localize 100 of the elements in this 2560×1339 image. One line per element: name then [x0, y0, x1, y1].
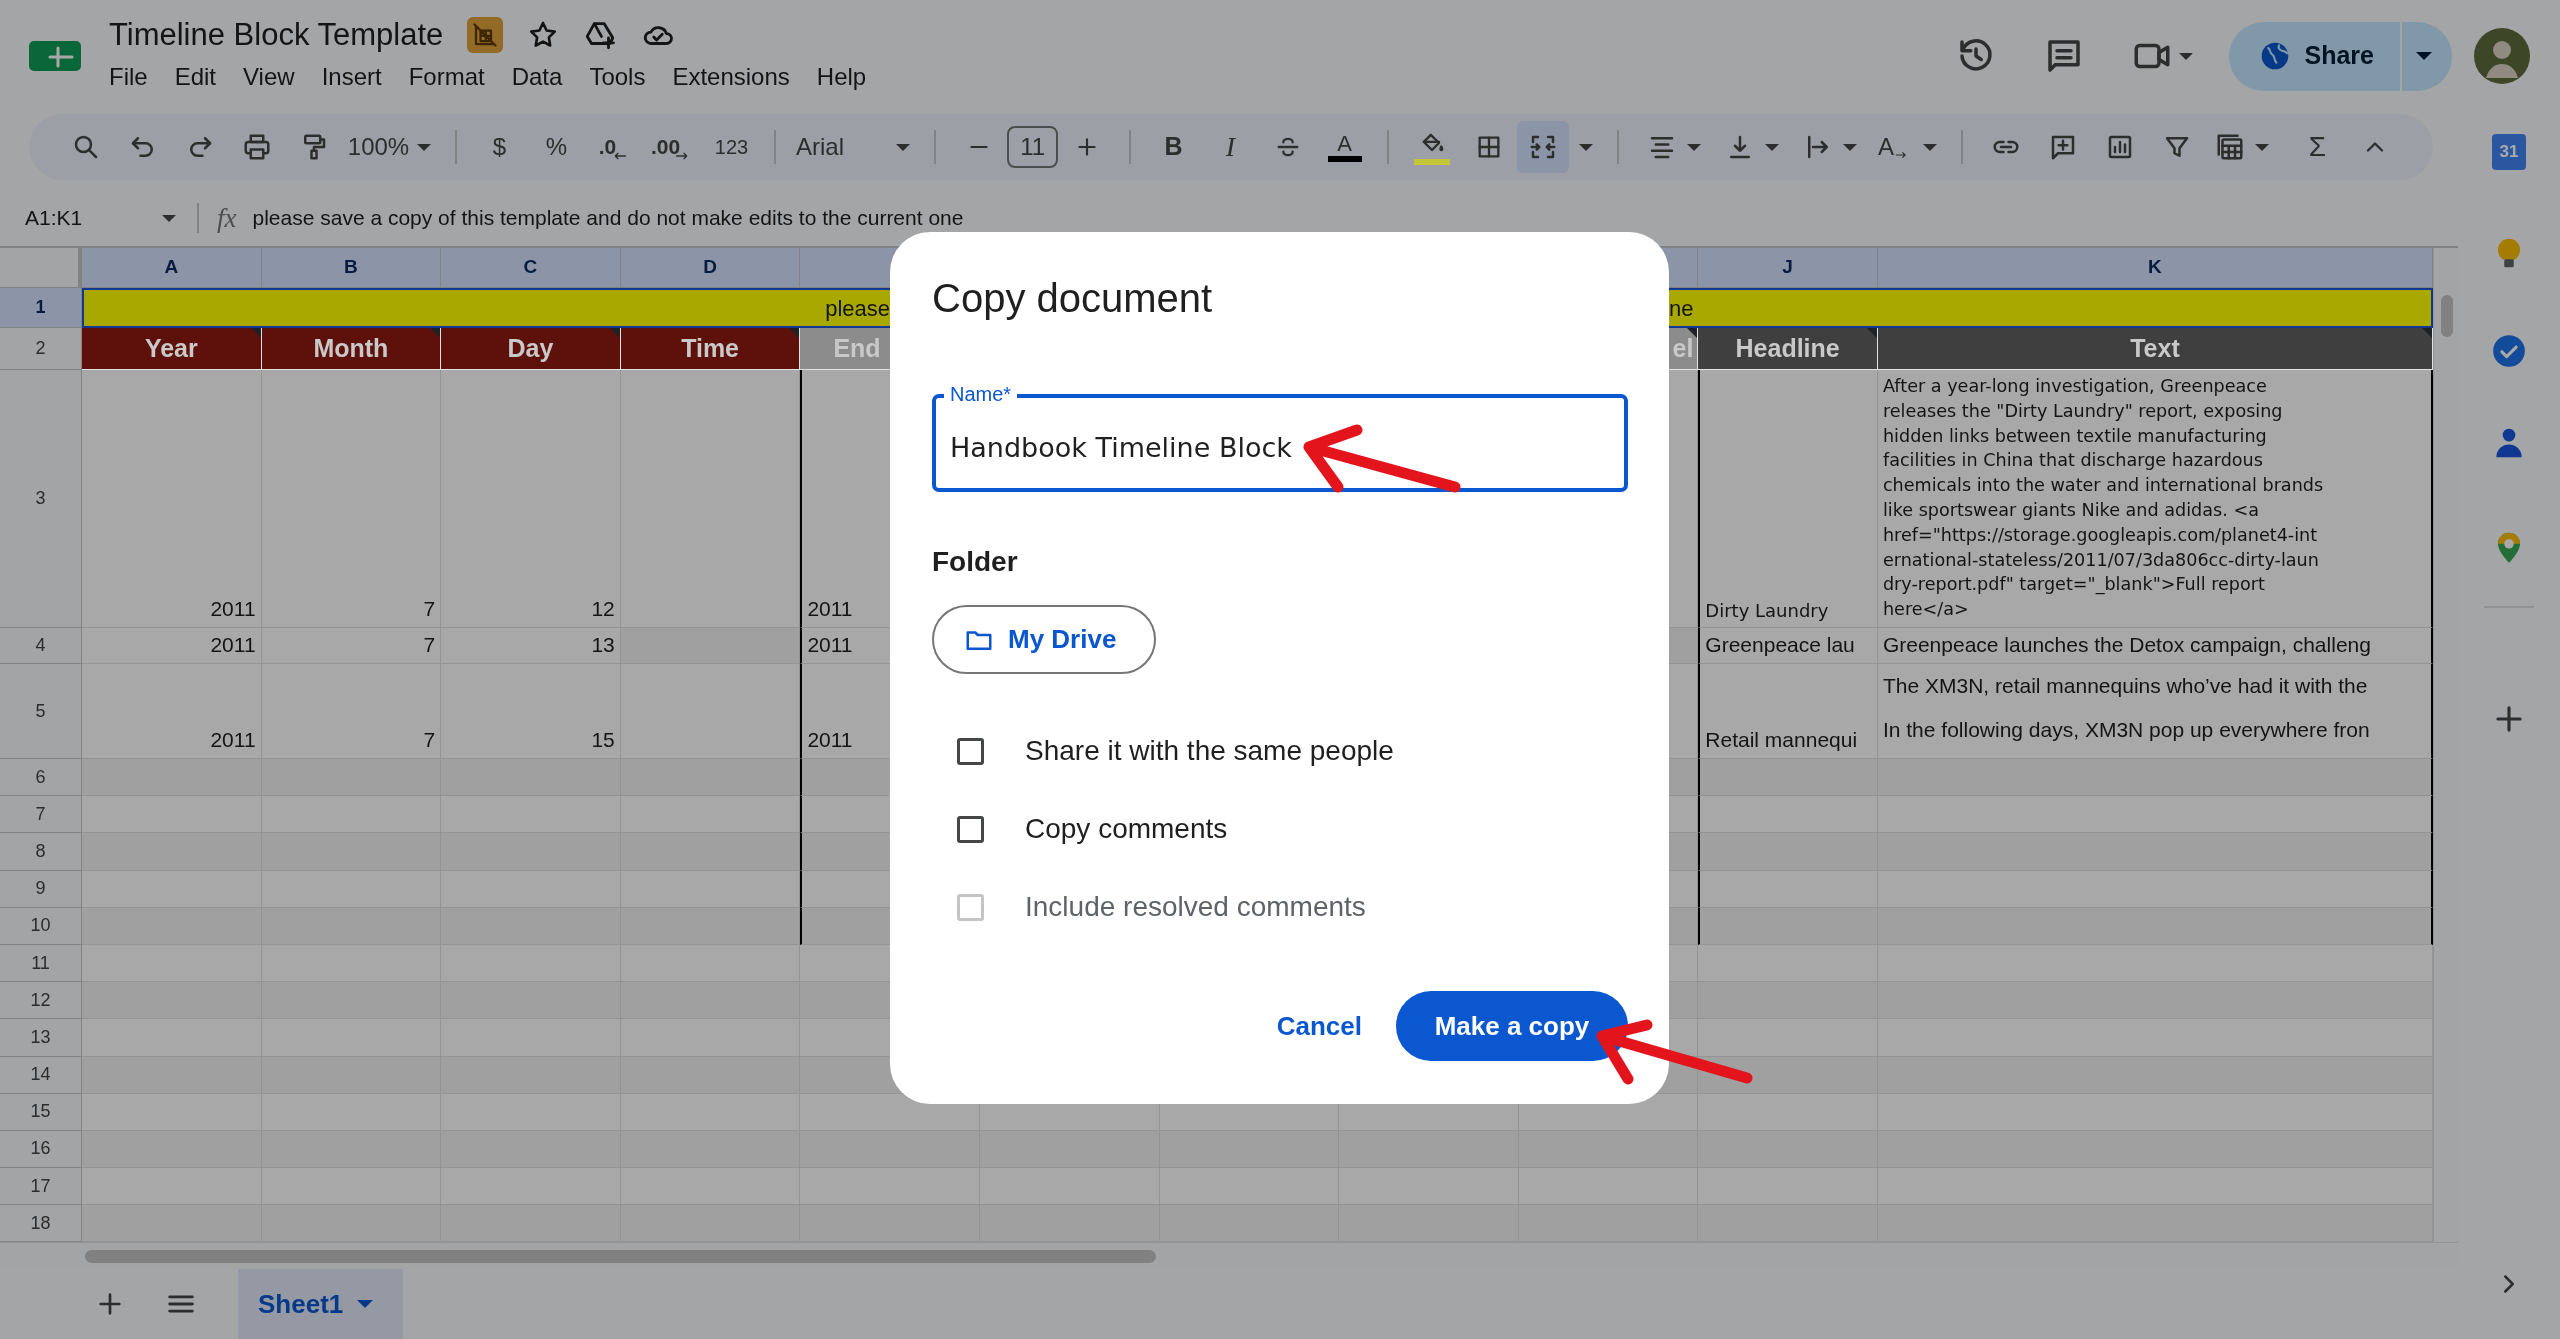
row-header[interactable]: 6	[0, 759, 82, 797]
menu-item[interactable]: Tools	[589, 59, 646, 95]
share-menu-button[interactable]	[2402, 21, 2452, 91]
header-cell: Month	[261, 328, 442, 370]
row-header[interactable]: 12	[0, 982, 82, 1020]
table-cell: 15	[441, 664, 621, 759]
folder-button[interactable]: My Drive	[932, 605, 1156, 674]
document-title[interactable]: Timeline Block Template	[109, 17, 444, 53]
formula-text[interactable]: please save a copy of this template and do not make edits to the current one	[252, 202, 964, 234]
menu-item[interactable]: Extensions	[672, 59, 790, 95]
caret-icon[interactable]	[1843, 143, 1857, 151]
caret-icon[interactable]	[896, 143, 911, 151]
scrollbar-thumb[interactable]	[85, 1250, 1156, 1264]
row-header[interactable]: 7	[0, 796, 82, 834]
checkbox-label[interactable]: Copy comments	[1025, 808, 1228, 850]
avatar-icon[interactable]	[2474, 28, 2530, 84]
currency-button[interactable]: $	[471, 125, 528, 169]
table-cell: 13	[441, 628, 621, 664]
sheet-tab[interactable]: Sheet1	[238, 1269, 404, 1339]
table-cell: Greenpeace lau	[1698, 628, 1878, 664]
name-box[interactable]: A1:K1	[25, 202, 145, 234]
functions-button[interactable]: Σ	[2289, 125, 2346, 169]
calendar-icon[interactable]: 31	[2492, 134, 2526, 170]
caret-icon[interactable]	[1579, 143, 1593, 151]
table-cell: After a year-long investigation, Greenpeace releases the "Dirty Laundry" report, exposing hidden links between textile manufacturing facilities in China that discharge hazardous chemicals into the water and international brands like sportswear giants Nike and adidas. <a href="https://storage.googleapis.com/planet4-int ernational-stateless/2011/07/3da806cc-dirty-laun dry-report.pdf" target="_blank">Full report here</a>	[1877, 370, 2433, 628]
caret-icon[interactable]	[2255, 143, 2269, 151]
font-dropdown[interactable]: Arial	[790, 125, 887, 169]
merge-button[interactable]	[1517, 121, 1569, 173]
row-header[interactable]: 14	[0, 1056, 82, 1094]
table-cell: 2011	[82, 628, 262, 664]
menu-item[interactable]: Insert	[321, 59, 382, 95]
menu-item[interactable]: Edit	[174, 59, 217, 95]
row-header[interactable]: 1	[0, 288, 82, 328]
scrollbar-thumb[interactable]	[2440, 295, 2453, 337]
print-icon[interactable]	[241, 132, 272, 162]
checkbox[interactable]	[957, 737, 984, 765]
check-circle-icon[interactable]	[2490, 332, 2528, 370]
header-cell: Text	[1877, 328, 2433, 370]
bold-button[interactable]: B	[1145, 125, 1202, 169]
menu-item[interactable]: File	[109, 59, 148, 95]
table-cell: 7	[261, 628, 442, 664]
column-header[interactable]: B	[261, 248, 442, 288]
text-color-button[interactable]: A	[1316, 125, 1373, 169]
menu-item[interactable]: View	[243, 59, 295, 95]
spreadsheet-logo-icon[interactable]	[28, 40, 82, 72]
row-header[interactable]: 8	[0, 833, 82, 871]
percent-button[interactable]: %	[528, 125, 585, 169]
table-cell: Retail mannequi	[1698, 664, 1878, 759]
table-cell: 2011	[82, 664, 262, 759]
column-header[interactable]: J	[1698, 248, 1878, 288]
font-size-field[interactable]: 11	[1007, 126, 1058, 168]
header-cell: Headline	[1698, 328, 1878, 370]
column-header[interactable]: C	[441, 248, 621, 288]
caret-icon	[357, 1300, 374, 1308]
make-copy-button[interactable]: Make a copy	[1396, 991, 1628, 1061]
cancel-button[interactable]: Cancel	[1276, 1006, 1362, 1046]
checkbox[interactable]	[957, 815, 984, 843]
number-format-button[interactable]: 123	[703, 125, 760, 169]
table-cell: Greenpeace launches the Detox campaign, challeng	[1877, 628, 2433, 664]
header-cell: Day	[441, 328, 621, 370]
row-header[interactable]: 16	[0, 1130, 82, 1169]
cell-text: ne	[1669, 294, 1694, 323]
zoom-dropdown[interactable]: 100%	[350, 125, 407, 169]
menu-item[interactable]: Data	[511, 59, 563, 95]
row-header[interactable]: 17	[0, 1168, 82, 1206]
increase-decimal-button[interactable]: .00	[642, 125, 699, 169]
caret-icon[interactable]	[417, 143, 431, 151]
table-cell: The XM3N, retail mannequins who’ve had it with the In the following days, XM3N pop up everywhere fron	[1877, 664, 2433, 759]
row-header[interactable]: 10	[0, 907, 82, 945]
menu-item[interactable]: Help	[816, 59, 867, 95]
fx-label: fx	[217, 201, 237, 235]
caret-icon[interactable]	[1923, 143, 1937, 151]
menu-item[interactable]: Format	[408, 59, 485, 95]
share-button[interactable]: Share	[2228, 21, 2402, 91]
checkbox-label[interactable]: Share it with the same people	[1025, 730, 1394, 772]
caret-icon[interactable]	[1765, 143, 1779, 151]
row-header[interactable]: 13	[0, 1019, 82, 1057]
dialog-title: Copy document	[932, 275, 1214, 322]
row-header[interactable]: 4	[0, 628, 82, 664]
caret-icon	[2416, 52, 2432, 60]
decrease-decimal-button[interactable]: .0	[585, 125, 642, 169]
template-badge-icon[interactable]	[467, 17, 504, 53]
row-header[interactable]: 15	[0, 1093, 82, 1131]
row-header[interactable]: 2	[0, 328, 82, 370]
row-header[interactable]: 3	[0, 370, 82, 628]
row-header[interactable]: 5	[0, 664, 82, 759]
column-header[interactable]: K	[1877, 248, 2433, 288]
row-header[interactable]: 9	[0, 870, 82, 908]
row-header[interactable]: 11	[0, 944, 82, 983]
row-header[interactable]: 18	[0, 1205, 82, 1243]
text-rotation-button[interactable]: A	[1873, 125, 1913, 169]
caret-icon[interactable]	[2178, 52, 2193, 60]
column-header[interactable]: D	[620, 248, 801, 288]
caret-icon[interactable]	[162, 214, 176, 222]
header-cell: Time	[620, 328, 801, 370]
column-header[interactable]: A	[82, 248, 262, 288]
table-cell: 12	[441, 370, 621, 628]
caret-icon[interactable]	[1687, 143, 1701, 151]
italic-button[interactable]: I	[1202, 125, 1259, 169]
table-icon[interactable]	[2215, 132, 2245, 162]
